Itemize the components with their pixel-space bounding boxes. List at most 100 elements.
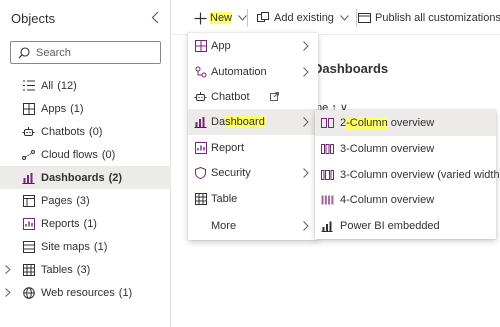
report-icon: [194, 141, 207, 154]
nav-item-label: Chatbots (0): [41, 126, 102, 138]
nav-item-pages[interactable]: Pages (3): [0, 189, 171, 212]
chevron-right-icon: [303, 117, 309, 127]
add-existing-icon: [256, 11, 270, 25]
nav-item-cloud-flows[interactable]: Cloud flows (0): [0, 143, 171, 166]
menu-item-label: More: [211, 220, 237, 232]
nav-item-tables[interactable]: Tables (3): [0, 258, 171, 281]
toolbar-divider: [247, 9, 248, 27]
list-icon: [22, 79, 35, 92]
nav-item-reports[interactable]: Reports (1): [0, 212, 171, 235]
apps-icon: [22, 102, 35, 115]
four-column-icon: [320, 194, 334, 206]
three-column-icon: [320, 143, 334, 155]
submenu-item-label-highlighted: -Column: [346, 117, 388, 129]
expand-chevron-icon[interactable]: [5, 288, 13, 297]
nav-item-count: (0): [101, 149, 116, 161]
flow-icon: [22, 148, 35, 161]
menu-item-label: Security: [211, 167, 251, 179]
three-column-varied-icon: [320, 169, 334, 181]
search-box[interactable]: [10, 41, 161, 64]
nav-item-label: Dashboards (2): [41, 172, 122, 184]
publish-all-button[interactable]: Publish all customizations: [357, 9, 500, 27]
new-button-label: New: [210, 12, 233, 24]
menu-item-app[interactable]: App: [188, 33, 318, 59]
submenu-item-4-column-overview[interactable]: 4-Column overview: [315, 187, 496, 213]
chevron-right-icon: [303, 67, 309, 77]
sitemap-icon: [22, 240, 35, 253]
app-icon: [194, 39, 207, 52]
menu-item-report[interactable]: Report: [188, 135, 318, 161]
nav-item-label: Apps (1): [41, 103, 84, 115]
menu-item-security[interactable]: Security: [188, 160, 318, 186]
objects-panel-title: Objects: [11, 11, 56, 26]
search-icon: [17, 46, 31, 60]
command-bar: New Add existing Publish all customizati…: [172, 0, 500, 35]
add-existing-label: Add existing: [274, 12, 334, 24]
expand-chevron-icon[interactable]: [5, 265, 13, 274]
nav-item-count: (2): [108, 172, 123, 184]
nav-item-label: Pages (3): [41, 195, 90, 207]
menu-item-automation[interactable]: Automation: [188, 59, 318, 85]
power-bi-icon: [320, 220, 334, 232]
nav-item-dashboards[interactable]: Dashboards (2): [0, 166, 171, 189]
nav-item-name: Web resources: [41, 287, 115, 299]
collapse-panel-icon[interactable]: [148, 10, 162, 24]
submenu-item-power-bi-embedded[interactable]: Power BI embedded: [315, 213, 496, 239]
submenu-item-2-column-overview[interactable]: 2-Column overview: [315, 110, 496, 136]
menu-item-table[interactable]: Table: [188, 186, 318, 212]
nav-item-all[interactable]: All (12): [0, 74, 171, 97]
chevron-right-icon: [303, 41, 309, 51]
dashboard-icon: [22, 171, 35, 184]
nav-item-web-resources[interactable]: Web resources (1): [0, 281, 171, 304]
submenu-item-3-column-overview-varied-width[interactable]: 3-Column overview (varied width): [315, 162, 500, 188]
chevron-right-icon: [303, 168, 309, 178]
menu-item-label: Report: [211, 142, 245, 154]
chevron-down-icon: [340, 15, 349, 21]
nav-item-name: Tables: [41, 264, 73, 276]
menu-item-chatbot[interactable]: Chatbot: [188, 84, 318, 110]
nav-item-count: (1): [93, 241, 108, 253]
nav-item-label: Web resources (1): [41, 287, 132, 299]
nav-item-name: Chatbots: [41, 126, 86, 138]
page-icon: [22, 194, 35, 207]
security-icon: [194, 166, 207, 179]
menu-item-label: Dashboard: [211, 116, 265, 128]
menu-item-label: Chatbot: [211, 91, 250, 103]
nav-item-chatbots[interactable]: Chatbots (0): [0, 120, 171, 143]
report-icon: [22, 217, 35, 230]
nav-item-count: (12): [57, 80, 77, 92]
publish-all-label: Publish all customizations: [375, 12, 500, 24]
nav-item-count: (3): [76, 264, 91, 276]
dashboard-submenu: 2-Column overview 3-Column overview 3-Colu…: [315, 110, 500, 239]
menu-item-dashboard[interactable]: Dashboard: [188, 109, 318, 135]
menu-item-more[interactable]: More: [188, 213, 318, 239]
web-resource-icon: [22, 286, 35, 299]
nav-item-name: Reports: [41, 218, 80, 230]
submenu-item-3-column-overview[interactable]: 3-Column overview: [315, 136, 496, 162]
submenu-item-label: 2-Column overview: [340, 117, 434, 129]
search-input[interactable]: [36, 46, 156, 59]
menu-item-label: Automation: [211, 66, 267, 78]
dashboard-icon: [194, 115, 207, 128]
menu-item-label: App: [211, 40, 231, 52]
external-link-icon: [270, 92, 279, 104]
publish-icon: [357, 11, 371, 25]
automation-icon: [194, 65, 207, 78]
nav-item-apps[interactable]: Apps (1): [0, 97, 171, 120]
new-dropdown-menu: App Automation Chatbot Dashboard Report Secur…: [188, 33, 318, 240]
nav-item-site-maps[interactable]: Site maps (1): [0, 235, 171, 258]
nav-item-count: (0): [89, 126, 103, 138]
nav-item-name: Pages: [41, 195, 73, 207]
add-existing-button[interactable]: Add existing: [256, 9, 349, 27]
nav-item-label: Cloud flows (0): [41, 149, 115, 161]
add-icon: [193, 11, 207, 25]
submenu-item-label-end: overview: [387, 117, 435, 129]
nav-item-count: (1): [70, 103, 84, 115]
nav-item-name: Dashboards: [41, 172, 105, 184]
chevron-down-icon: [238, 15, 247, 21]
nav-item-count: (3): [76, 195, 90, 207]
new-button[interactable]: New: [193, 9, 247, 27]
objects-nav-list: All (12) Apps (1) Chatbots (0) Cloud flows (0) D…: [0, 74, 171, 304]
table-icon: [194, 192, 207, 205]
submenu-item-label: Power BI embedded: [340, 220, 440, 232]
